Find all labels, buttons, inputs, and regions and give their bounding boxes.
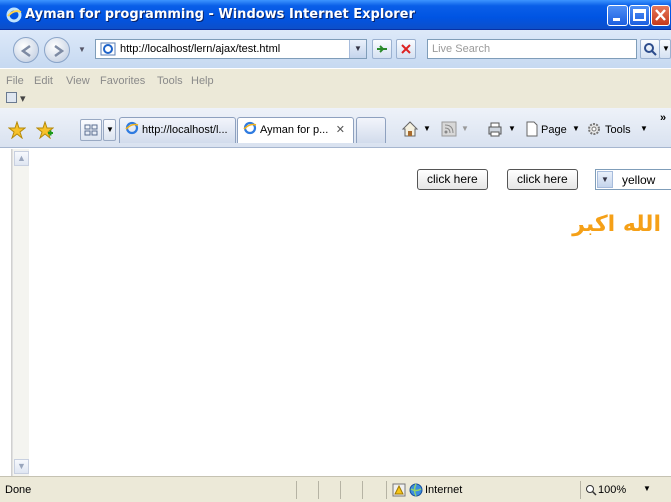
home-dropdown[interactable]: ▼ [423,124,431,133]
refresh-button[interactable] [372,39,392,59]
close-icon [655,9,666,21]
globe-icon [409,483,423,497]
status-text: Done [5,484,32,496]
window-title: Ayman for programming - Windows Internet… [25,7,415,22]
status-divider [386,481,387,499]
internet-explorer-icon [125,121,139,135]
menu-view[interactable]: View [66,75,90,87]
zoom-icon [586,485,597,496]
add-favorite-icon[interactable] [36,121,54,139]
vertical-scrollbar[interactable]: ▲ ▼ [12,149,29,476]
internet-explorer-icon [243,121,257,135]
internet-explorer-icon [6,7,22,23]
address-dropdown-button[interactable]: ▼ [349,40,366,58]
menu-file[interactable]: File [6,75,24,87]
click-here-button-1[interactable]: click here [417,169,488,190]
select-dropdown-button[interactable]: ▼ [597,171,613,188]
tab-label: Ayman for p... [260,124,329,136]
tab-list-button[interactable]: ▼ [103,119,116,141]
left-window-edge [0,149,12,476]
stop-button[interactable] [396,39,416,59]
stop-icon [401,44,411,54]
search-options-button[interactable]: ▼ [659,39,671,59]
page-menu-dropdown[interactable]: ▼ [572,124,580,133]
status-divider [296,481,297,499]
feeds-dropdown[interactable]: ▼ [461,124,469,133]
back-button[interactable] [13,37,39,63]
menu-edit[interactable]: Edit [34,75,53,87]
arabic-heading: الله اكبر [572,212,661,237]
minimize-button[interactable] [607,5,628,26]
recent-pages-dropdown[interactable]: ▼ [78,45,86,54]
feeds-icon[interactable] [441,121,457,137]
quick-tabs-button[interactable] [80,119,102,141]
print-dropdown[interactable]: ▼ [508,124,516,133]
menu-tools[interactable]: Tools [157,75,183,87]
home-icon[interactable] [401,120,419,138]
color-select[interactable]: ▼ yellow [595,169,671,190]
page-content: click here click here ▼ yellow الله اكبر [12,149,671,476]
page-icon [100,42,116,56]
menu-bar: File Edit View Favorites Tools Help ▾ [0,68,671,108]
search-box[interactable]: Live Search [427,39,637,59]
zoom-level[interactable]: 100% [598,484,626,496]
tools-menu-button[interactable]: Tools [605,124,631,136]
scroll-down-button[interactable]: ▼ [14,459,29,474]
scroll-up-button[interactable]: ▲ [14,151,29,166]
tab-localhost[interactable]: http://localhost/l... [119,117,236,143]
status-divider [340,481,341,499]
status-divider [318,481,319,499]
maximize-icon [633,9,646,21]
menu-help[interactable]: Help [191,75,214,87]
address-bar[interactable]: http://localhost/lern/ajax/test.html ▼ [95,39,367,59]
tools-menu-dropdown[interactable]: ▼ [640,124,648,133]
menu-favorites[interactable]: Favorites [100,75,145,87]
status-divider [362,481,363,499]
close-tab-button[interactable]: ✕ [336,118,345,142]
click-here-button-2[interactable]: click here [507,169,578,190]
page-menu-icon [526,121,538,137]
more-commands-chevron[interactable]: » [660,112,666,124]
tab-ayman-active[interactable]: Ayman for p... ✕ [237,117,354,143]
forward-arrow-icon [54,44,65,58]
refresh-icon [377,45,387,53]
security-zone: Internet [425,484,463,496]
window-titlebar[interactable]: Ayman for programming - Windows Internet… [0,0,671,30]
favorites-star-icon[interactable] [8,121,26,139]
forward-button[interactable] [44,37,70,63]
address-text[interactable]: http://localhost/lern/ajax/test.html [120,43,280,55]
search-input[interactable]: Live Search [432,43,490,55]
page-menu-button[interactable]: Page [541,124,567,136]
protected-mode-icon[interactable] [392,483,406,497]
toolbar-icon [6,92,17,103]
tab-bar: ▼ http://localhost/l... Ayman for p... ✕… [0,108,671,148]
quick-tabs-icon [84,124,98,136]
new-tab-button[interactable] [356,117,386,143]
select-value: yellow [622,173,656,187]
back-arrow-icon [20,44,31,58]
search-icon [644,43,657,56]
search-button[interactable] [640,39,660,59]
status-bar: Done Internet 100% ▼ [0,476,671,502]
minimize-icon [613,18,620,21]
toolbar-options-button[interactable]: ▾ [6,92,26,105]
navigation-bar: ▼ http://localhost/lern/ajax/test.html ▼… [0,30,671,68]
maximize-button[interactable] [629,5,650,26]
close-window-button[interactable] [651,5,670,26]
gear-icon [588,123,600,135]
status-divider [580,481,581,499]
tab-label: http://localhost/l... [142,124,228,136]
print-icon[interactable] [486,121,504,137]
zoom-dropdown[interactable]: ▼ [643,484,651,493]
